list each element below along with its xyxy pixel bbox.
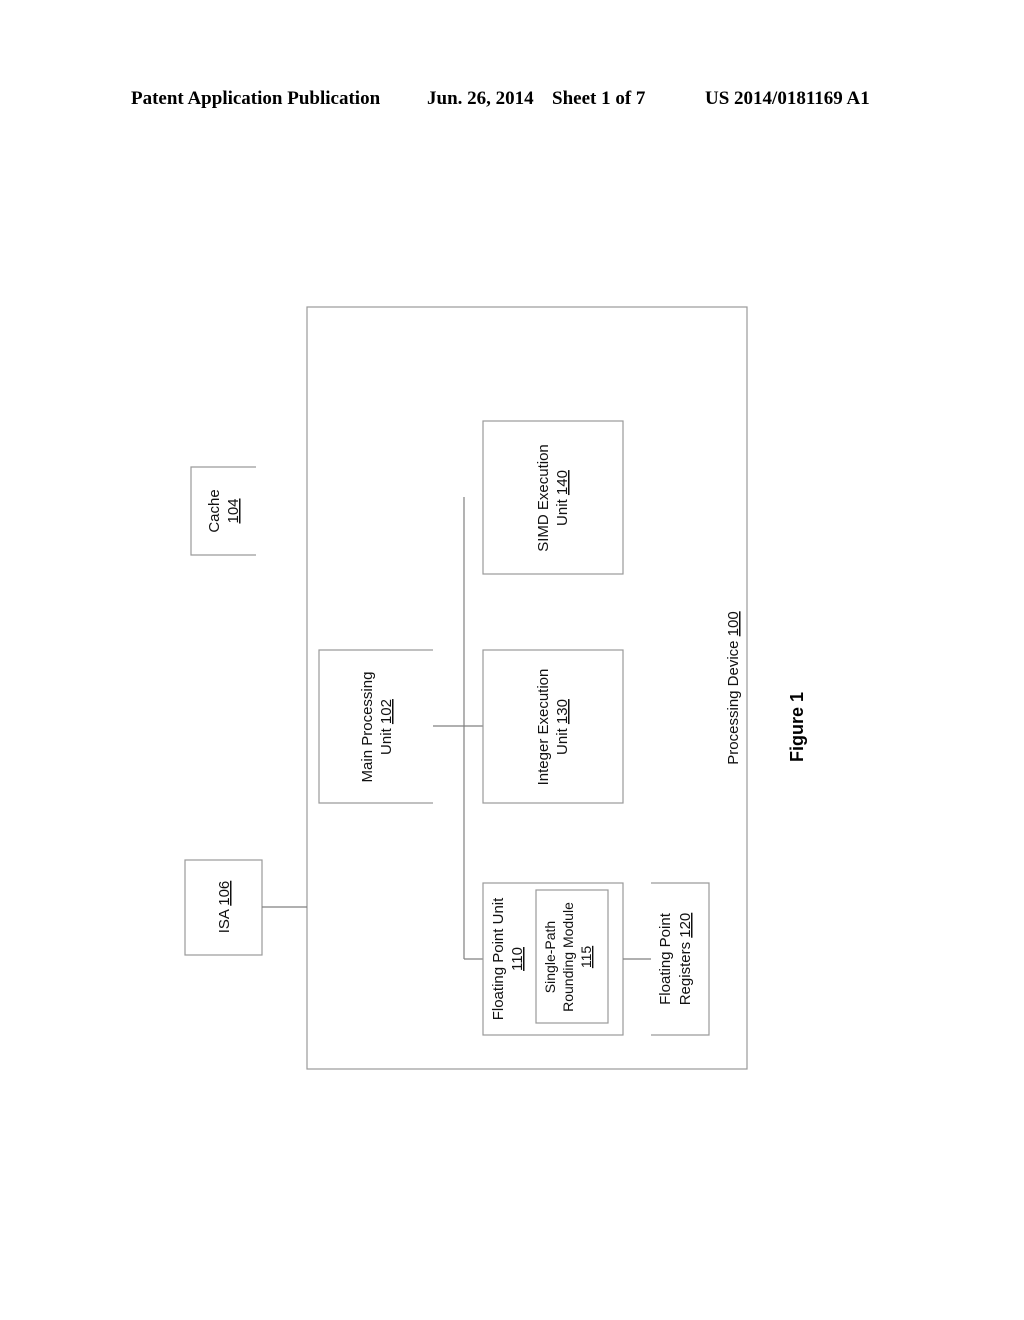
cache-label: Cache <box>206 489 223 532</box>
floating-point-registers-label-2: Registers 120 <box>677 913 694 1006</box>
rounding-module-label-2: Rounding Module <box>560 902 576 1012</box>
floating-point-unit-label: Floating Point Unit <box>490 897 507 1020</box>
floating-point-unit-ref: 110 <box>509 947 526 971</box>
integer-execution-unit-label-2: Unit 130 <box>554 699 571 755</box>
simd-execution-unit-box <box>482 420 624 575</box>
cache-ref: 104 <box>225 498 242 523</box>
simd-execution-unit-label-1: SIMD Execution <box>535 444 552 552</box>
simd-execution-unit-label-2: Unit 140 <box>554 470 571 526</box>
rounding-module-label-1: Single-Path <box>542 921 558 993</box>
rounding-module-ref: 115 <box>578 946 594 969</box>
cache-box <box>190 466 256 556</box>
main-processing-unit-label-2: Unit 102 <box>378 699 395 755</box>
main-processing-unit-box <box>318 649 433 804</box>
processing-device-label: Processing Device 100 <box>725 611 742 764</box>
integer-execution-unit-label-1: Integer Execution <box>535 669 552 786</box>
main-processing-unit-label-1: Main Processing <box>359 672 376 783</box>
floating-point-registers-label-1: Floating Point <box>657 912 674 1005</box>
block-diagram: Processing Device 100 Cache 104 ISA 106 … <box>184 306 807 1070</box>
integer-execution-unit-box <box>482 649 624 804</box>
figure-caption: Figure 1 <box>787 692 807 762</box>
isa-label: ISA 106 <box>216 881 233 934</box>
